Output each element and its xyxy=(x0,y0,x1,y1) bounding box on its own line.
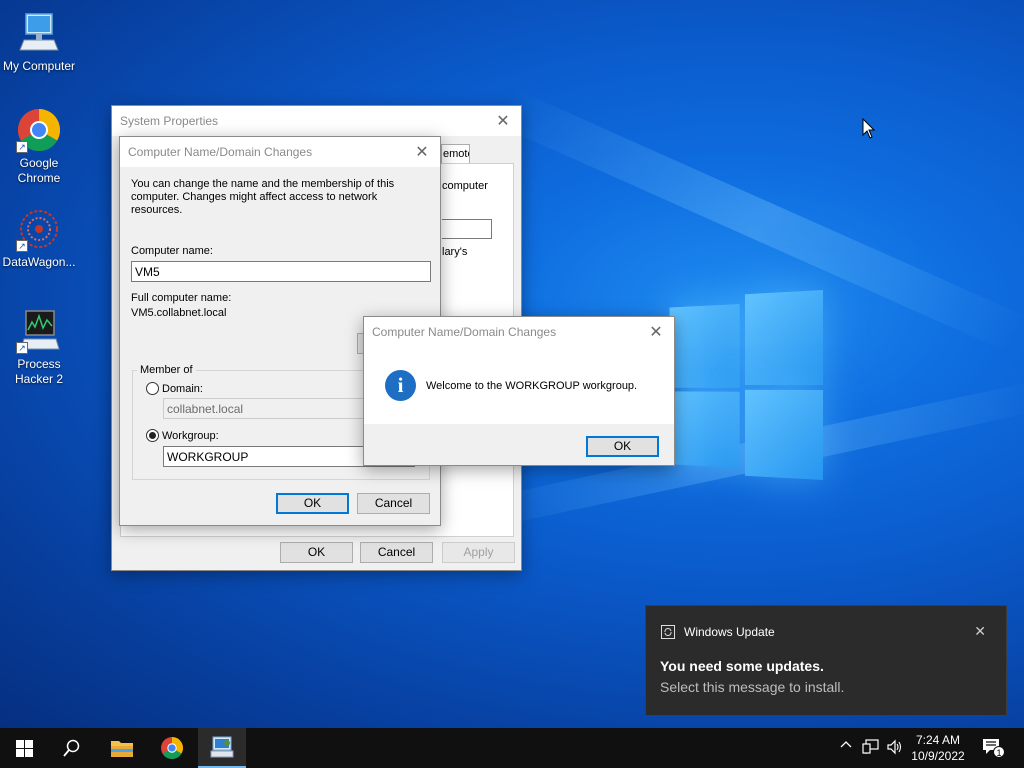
desktop-icon-label: Google Chrome xyxy=(17,156,61,185)
windows-logo xyxy=(669,290,823,480)
message-text: Welcome to the WORKGROUP workgroup. xyxy=(426,380,638,392)
close-icon[interactable]: ✕ xyxy=(412,142,432,162)
desktop-icon-google-chrome[interactable]: ↗ Google Chrome xyxy=(0,107,78,186)
taskbar-file-explorer[interactable] xyxy=(98,728,146,768)
partial-text: computer xyxy=(442,180,488,192)
system-properties-icon xyxy=(210,736,234,758)
message-body: i Welcome to the WORKGROUP workgroup. xyxy=(364,347,674,424)
full-name-value: VM5.collabnet.local xyxy=(131,307,227,319)
desktop-icon-process-hacker[interactable]: ↗ Process Hacker 2 xyxy=(0,308,78,387)
ok-button[interactable]: OK xyxy=(280,542,353,563)
shortcut-arrow-icon: ↗ xyxy=(16,240,28,252)
domain-changes-titlebar[interactable]: Computer Name/Domain Changes ✕ xyxy=(120,137,440,167)
taskbar-system-properties[interactable] xyxy=(198,728,246,768)
desktop-icon-my-computer[interactable]: My Computer xyxy=(0,10,78,74)
toast-body: Select this message to install. xyxy=(660,679,845,695)
cancel-button[interactable]: Cancel xyxy=(360,542,433,563)
domain-label: Domain: xyxy=(162,383,203,395)
mouse-cursor-icon xyxy=(862,117,876,142)
welcome-message-box[interactable]: Computer Name/Domain Changes ✕ i Welcome… xyxy=(363,316,675,466)
search-button[interactable] xyxy=(48,728,96,768)
search-icon xyxy=(63,739,80,757)
message-box-title: Computer Name/Domain Changes xyxy=(372,325,557,339)
close-icon[interactable]: ✕ xyxy=(974,623,986,640)
volume-icon[interactable] xyxy=(886,739,902,758)
clock[interactable]: 7:24 AM 10/9/2022 xyxy=(906,732,970,764)
member-of-label: Member of xyxy=(137,364,196,376)
start-button[interactable] xyxy=(0,728,48,768)
full-name-label: Full computer name: xyxy=(131,292,232,304)
desktop-icon-datawagon[interactable]: ↗ DataWagon... xyxy=(0,206,78,270)
clock-time: 7:24 AM xyxy=(915,733,961,747)
desktop-icon-label: DataWagon... xyxy=(2,255,76,269)
system-properties-titlebar[interactable]: System Properties ✕ xyxy=(112,106,521,136)
partial-field xyxy=(442,219,492,239)
windows-update-toast[interactable]: Windows Update ✕ You need some updates. … xyxy=(645,605,1007,716)
action-center-button[interactable]: 1 xyxy=(982,738,1005,758)
computer-icon xyxy=(16,10,62,56)
datawagon-icon: ↗ xyxy=(16,206,62,252)
domain-radio[interactable] xyxy=(146,382,159,395)
message-box-titlebar[interactable]: Computer Name/Domain Changes ✕ xyxy=(364,317,674,347)
close-icon[interactable]: ✕ xyxy=(646,322,666,342)
info-icon: i xyxy=(385,370,416,401)
dialog-title: Computer Name/Domain Changes xyxy=(128,145,313,159)
close-icon[interactable]: ✕ xyxy=(493,111,513,131)
notification-count-badge: 1 xyxy=(993,746,1005,758)
partial-text: lary's xyxy=(442,246,468,258)
description-text: You can change the name and the membersh… xyxy=(131,178,395,216)
chevron-up-icon[interactable] xyxy=(840,739,852,754)
cancel-button[interactable]: Cancel xyxy=(357,493,430,514)
process-hacker-icon: ↗ xyxy=(16,308,62,354)
clock-date: 10/9/2022 xyxy=(911,749,965,763)
taskbar-chrome[interactable] xyxy=(148,728,196,768)
computer-name-input[interactable]: VM5 xyxy=(131,261,431,282)
toast-app-name: Windows Update xyxy=(684,625,775,639)
windows-start-icon xyxy=(15,739,33,757)
window-title: System Properties xyxy=(120,114,219,128)
update-icon xyxy=(661,625,675,639)
network-icon[interactable] xyxy=(862,739,880,758)
tab-remote[interactable]: emote xyxy=(441,144,470,164)
ok-button[interactable]: OK xyxy=(586,436,659,457)
shortcut-arrow-icon: ↗ xyxy=(16,342,28,354)
workgroup-radio[interactable] xyxy=(146,429,159,442)
desktop-icon-label: Process Hacker 2 xyxy=(14,357,64,386)
workgroup-label: Workgroup: xyxy=(162,430,219,442)
ok-button[interactable]: OK xyxy=(276,493,349,514)
shortcut-arrow-icon: ↗ xyxy=(16,141,28,153)
apply-button[interactable]: Apply xyxy=(442,542,515,563)
computer-name-label: Computer name: xyxy=(131,245,213,257)
folder-icon xyxy=(111,741,133,757)
chrome-icon: ↗ xyxy=(16,107,62,153)
taskbar: 7:24 AM 10/9/2022 1 xyxy=(0,728,1024,768)
desktop-icon-label: My Computer xyxy=(2,59,76,73)
toast-heading: You need some updates. xyxy=(660,658,824,674)
chrome-icon xyxy=(161,737,183,759)
